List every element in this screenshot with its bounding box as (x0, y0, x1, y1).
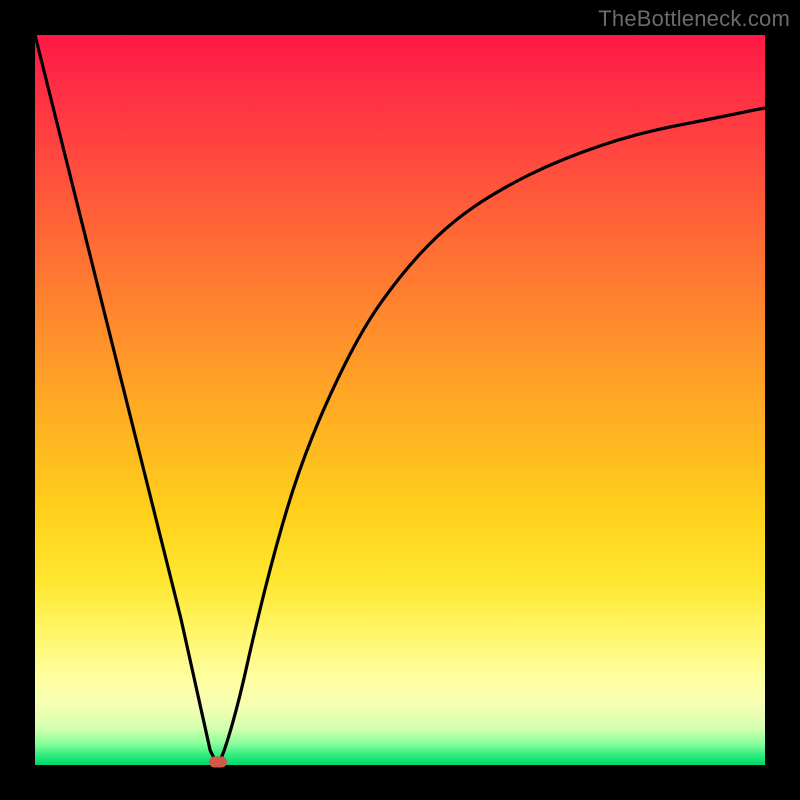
bottleneck-curve (35, 35, 765, 765)
chart-frame: TheBottleneck.com (0, 0, 800, 800)
plot-area (35, 35, 765, 765)
watermark-text: TheBottleneck.com (598, 6, 790, 32)
curve-path (35, 35, 765, 765)
optimal-marker (209, 757, 227, 768)
